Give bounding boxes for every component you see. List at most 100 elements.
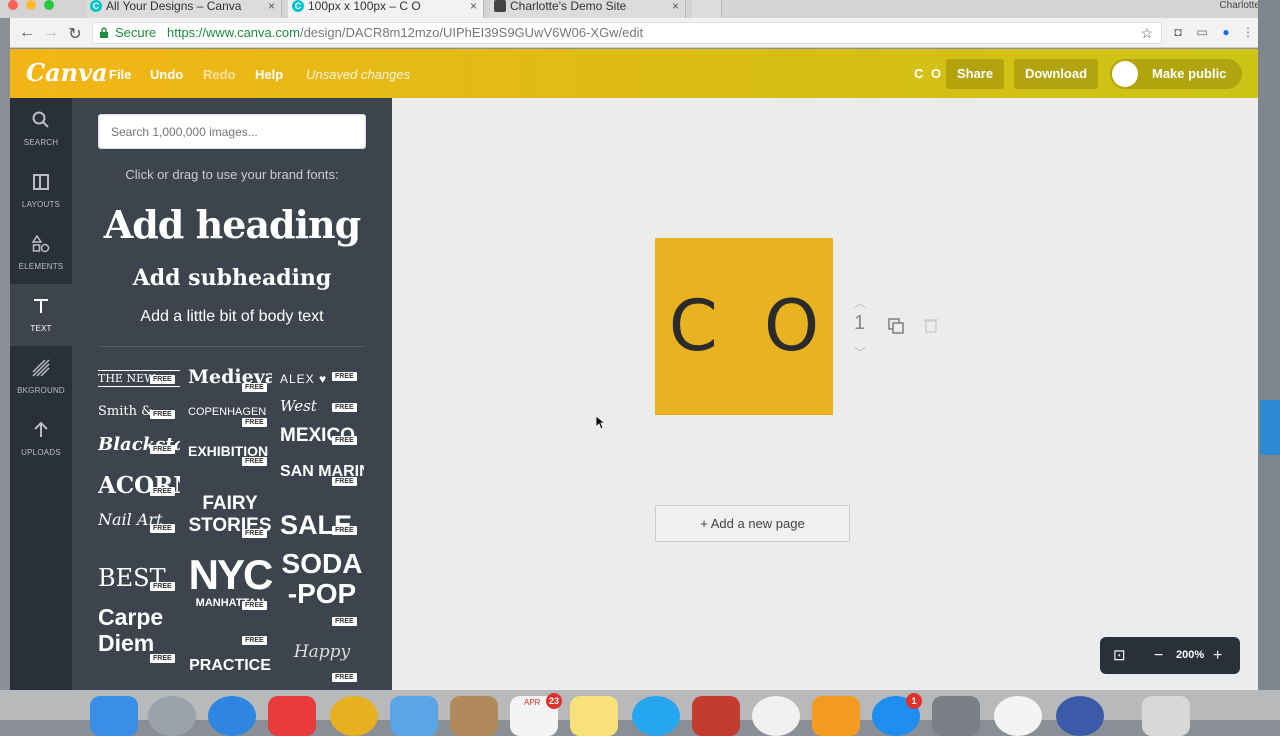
make-public-toggle[interactable]: Make public: [1110, 59, 1242, 89]
chrome-icon[interactable]: [330, 696, 378, 736]
move-page-down-icon[interactable]: ﹀: [854, 344, 866, 361]
app-store-icon[interactable]: 1: [872, 693, 922, 736]
zoom-window-icon[interactable]: [44, 0, 54, 10]
mail-icon[interactable]: [390, 696, 438, 736]
rail-label: SEARCH: [23, 138, 59, 147]
canvas-workspace[interactable]: C O ︿ 1 ﹀ + Add a new page ⊡ − 200% +: [392, 98, 1258, 690]
camera-icon[interactable]: ◘: [1170, 25, 1186, 41]
close-window-icon[interactable]: [8, 0, 18, 10]
forward-arrow-icon[interactable]: →: [42, 24, 60, 42]
share-button[interactable]: Share: [946, 59, 1004, 89]
font-combo[interactable]: Diem: [98, 632, 180, 655]
tab-demo-site[interactable]: Charlotte's Demo Site ×: [490, 0, 686, 18]
finder-icon[interactable]: [90, 696, 138, 736]
launchpad-icon[interactable]: [148, 696, 196, 736]
font-combo[interactable]: NYC: [188, 554, 272, 596]
app-grid-icon[interactable]: [268, 696, 316, 736]
add-body-text-button[interactable]: Add a little bit of body text: [72, 308, 392, 326]
url-text: https://www.canva.com/design/DACR8m12mzo…: [167, 23, 643, 43]
free-badge: FREE: [332, 477, 357, 486]
font-combo[interactable]: EXHIBITION: [188, 444, 272, 458]
notes-icon[interactable]: [570, 696, 618, 736]
page-text[interactable]: C O: [655, 238, 833, 415]
itunes-icon[interactable]: [752, 696, 800, 736]
address-bar[interactable]: Secure https://www.canva.com/design/DACR…: [92, 22, 1162, 44]
url-path: /design/DACR8m12mzo/UIPhEI39S9GUwV6W06-X…: [299, 25, 644, 40]
toggle-knob: [1112, 61, 1138, 87]
file-menu[interactable]: File: [109, 67, 131, 82]
back-arrow-icon[interactable]: ←: [18, 24, 36, 42]
tab-all-designs[interactable]: C All Your Designs – Canva ×: [86, 0, 282, 18]
font-combo[interactable]: -POP: [280, 580, 364, 608]
redo-button[interactable]: Redo: [203, 67, 236, 82]
font-combo[interactable]: PRACTICE: [188, 658, 272, 674]
safari-icon[interactable]: [208, 696, 256, 736]
lock-icon: [100, 27, 108, 38]
rail-item-text[interactable]: TEXT: [10, 284, 72, 346]
tab-current-design[interactable]: C 100px x 100px – C O ×: [288, 0, 484, 18]
font-combo[interactable]: COPENHAGEN: [188, 407, 272, 418]
cast-icon[interactable]: ▭: [1194, 25, 1210, 41]
font-combo-text: Carpe: [98, 606, 164, 629]
system-preferences-icon[interactable]: [932, 696, 980, 736]
quicktime-icon[interactable]: [1056, 696, 1104, 736]
trash-icon[interactable]: [1142, 696, 1190, 736]
reload-icon[interactable]: ↻: [66, 24, 84, 44]
profile-name[interactable]: Charlotte: [1219, 0, 1260, 11]
close-tab-icon[interactable]: ×: [672, 0, 679, 12]
calendar-icon[interactable]: APR 23: [510, 693, 562, 736]
font-combo[interactable]: Happy: [280, 644, 364, 661]
site-favicon-icon: [494, 0, 506, 12]
app-store-badge: 1: [906, 693, 922, 709]
free-badge: FREE: [242, 418, 267, 427]
image-search-input[interactable]: [98, 114, 366, 149]
free-badge: FREE: [242, 636, 267, 645]
extension-icon[interactable]: ●: [1218, 25, 1234, 41]
messages-icon[interactable]: [632, 696, 680, 736]
present-icon[interactable]: ⊡: [1113, 637, 1126, 674]
add-subheading-button[interactable]: Add subheading: [72, 265, 392, 291]
photo-booth-icon[interactable]: [692, 696, 740, 736]
canva-logo[interactable]: Canva: [26, 58, 108, 87]
team-avatar[interactable]: C O: [914, 66, 943, 81]
undo-button[interactable]: Undo: [150, 67, 183, 82]
rail-item-background[interactable]: BKGROUND: [10, 346, 72, 408]
elements-icon: [31, 234, 50, 253]
free-badge: FREE: [150, 524, 175, 533]
bookmark-star-icon[interactable]: ☆: [1140, 23, 1153, 43]
font-combo[interactable]: Carpe: [98, 606, 180, 629]
ibooks-icon[interactable]: [812, 696, 860, 736]
font-combo-text: FAIRY: [202, 494, 258, 513]
rail-item-elements[interactable]: ELEMENTS: [10, 222, 72, 284]
font-combo-text: NYC: [188, 554, 272, 596]
close-tab-icon[interactable]: ×: [470, 0, 477, 12]
tab-title: All Your Designs – Canva: [106, 0, 242, 13]
font-combo[interactable]: SODA: [280, 550, 364, 578]
contacts-icon[interactable]: [450, 696, 498, 736]
rail-item-layouts[interactable]: LAYOUTS: [10, 160, 72, 222]
zoom-level[interactable]: 200%: [1176, 637, 1204, 674]
brand-fonts-hint: Click or drag to use your brand fonts:: [125, 167, 339, 182]
desktop-window-edge: [1260, 400, 1280, 455]
new-tab-button[interactable]: [692, 0, 722, 18]
free-badge: FREE: [242, 457, 267, 466]
free-badge: FREE: [150, 445, 175, 454]
add-heading-button[interactable]: Add heading: [72, 202, 392, 247]
delete-page-icon[interactable]: [924, 317, 938, 333]
minimize-window-icon[interactable]: [26, 0, 36, 10]
zoom-out-button[interactable]: −: [1154, 637, 1163, 674]
rail-item-search[interactable]: SEARCH: [10, 98, 72, 160]
calendar-badge: 23: [546, 693, 562, 709]
font-combo[interactable]: FAIRY: [188, 494, 272, 513]
chrome-menu-icon[interactable]: ⋮: [1240, 25, 1256, 41]
rail-item-uploads[interactable]: UPLOADS: [10, 408, 72, 470]
duplicate-page-icon[interactable]: [887, 317, 905, 335]
help-menu[interactable]: Help: [255, 67, 283, 82]
photos-icon[interactable]: [994, 696, 1042, 736]
design-page[interactable]: C O: [655, 238, 833, 415]
download-button[interactable]: Download: [1014, 59, 1098, 89]
close-tab-icon[interactable]: ×: [268, 0, 275, 12]
add-new-page-button[interactable]: + Add a new page: [655, 505, 850, 542]
zoom-in-button[interactable]: +: [1213, 637, 1222, 674]
move-page-up-icon[interactable]: ︿: [854, 294, 866, 311]
